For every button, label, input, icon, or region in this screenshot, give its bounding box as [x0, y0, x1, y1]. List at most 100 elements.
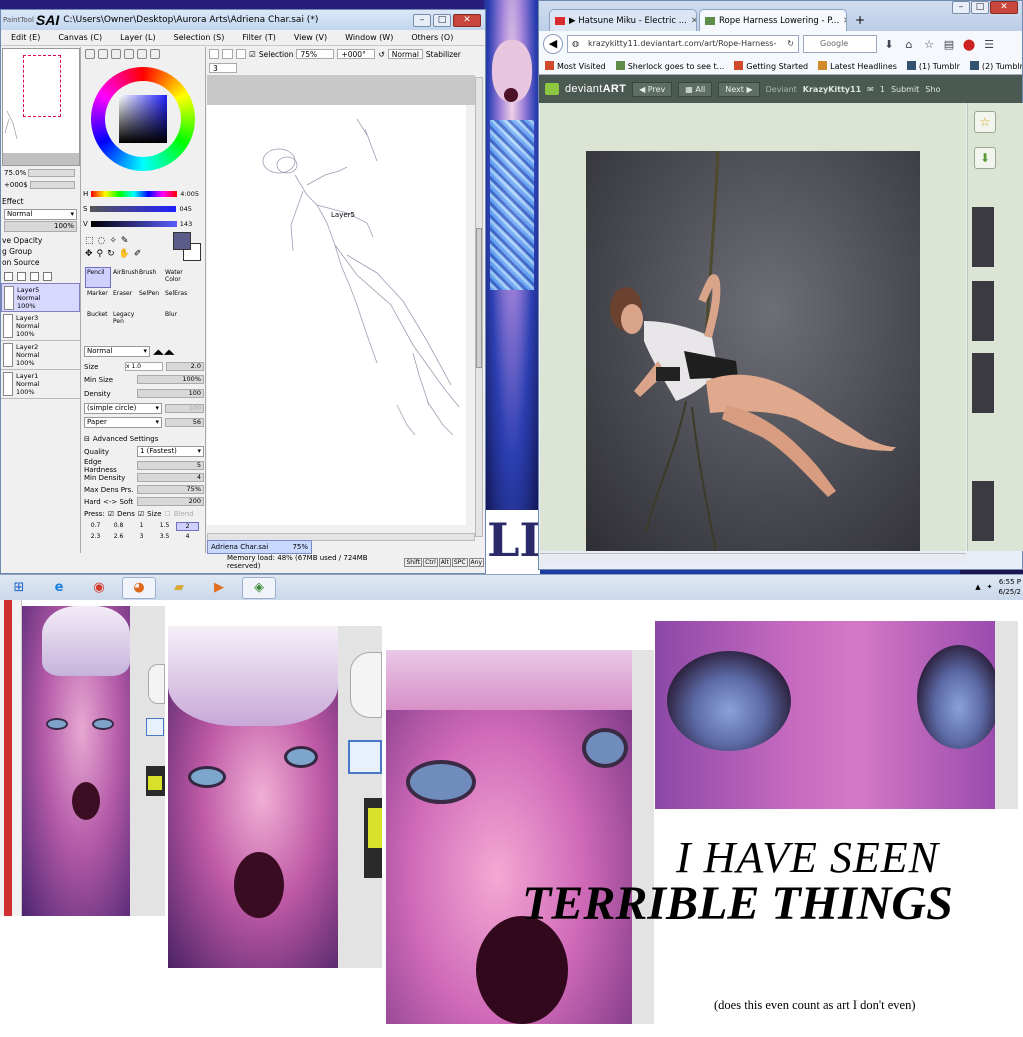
reload-icon[interactable]: ↻	[787, 36, 794, 52]
menu-item-6[interactable]: Window (W)	[345, 33, 393, 42]
brush-tool[interactable]: Legacy Pen	[111, 309, 137, 330]
merge-icon[interactable]	[30, 271, 39, 281]
bookmarks-list-icon[interactable]: ▤	[941, 38, 957, 51]
clipping-group-option[interactable]: g Group	[1, 247, 80, 258]
brush-tool[interactable]: Eraser	[111, 288, 137, 309]
back-button[interactable]: ◀	[543, 34, 563, 54]
pen-icon[interactable]: ✎	[121, 236, 129, 248]
chrome-icon[interactable]: ◉	[82, 577, 116, 599]
network-icon[interactable]: ✦	[987, 582, 993, 592]
magic-wand-icon[interactable]: ✧	[109, 236, 117, 248]
menu-item-0[interactable]: Edit (E)	[11, 33, 40, 42]
reset-angle-button[interactable]: ↺	[378, 50, 384, 59]
brush-mode-row[interactable]: Normal ▾ ◢◣◢◣	[84, 346, 204, 357]
min-density-row[interactable]: Min Density 4	[84, 472, 204, 483]
thumbnail-2[interactable]	[972, 281, 994, 341]
protect-opacity-option[interactable]: ve Opacity	[1, 236, 80, 247]
menu-item-2[interactable]: Layer (L)	[120, 33, 156, 42]
sai-window[interactable]: PaintTool SAI C:\Users\Owner\Desktop\Aur…	[0, 9, 486, 574]
url-bar[interactable]: ◍ krazykitty11.deviantart.com/art/Rope-Ha…	[567, 35, 799, 53]
undo-button[interactable]	[209, 49, 220, 60]
prev-button[interactable]: ◀ Prev	[632, 81, 673, 97]
rect-select-icon[interactable]: ⬚	[85, 236, 94, 248]
new-folder-icon[interactable]	[17, 271, 26, 281]
brush-tool[interactable]: Blur	[163, 309, 189, 330]
document-tab[interactable]: Adriena Char.sai 75%	[207, 540, 312, 554]
deviant-username[interactable]: KrazyKitty11	[803, 85, 861, 94]
bookmark-item[interactable]: (1) Tumblr	[906, 60, 960, 71]
maximize-button[interactable]: □	[971, 1, 989, 14]
drawing-canvas[interactable]: Layer5	[207, 105, 466, 525]
tray-arrow-icon[interactable]: ▲	[975, 582, 980, 592]
close-icon[interactable]: ✕	[843, 16, 846, 26]
bookmark-item[interactable]: Sherlock goes to see t...	[615, 60, 724, 71]
dens-checkbox[interactable]: ☑	[108, 510, 114, 518]
stabilizer-select[interactable]: 3	[209, 62, 237, 73]
brush-size-preset[interactable]: 2.6	[107, 533, 130, 540]
layer-row[interactable]: Layer2 Normal 100%	[1, 341, 80, 370]
brush-tool[interactable]: SelPen	[137, 288, 163, 309]
media-player-icon[interactable]: ▶	[202, 577, 236, 599]
selection-source-option[interactable]: on Source	[1, 258, 80, 269]
delete-layer-icon[interactable]	[43, 271, 52, 281]
eyedropper-icon[interactable]: ✐	[134, 249, 142, 261]
gradation-icon[interactable]	[124, 49, 134, 59]
angle-slider[interactable]	[29, 181, 75, 189]
hard-soft-row[interactable]: Hard <-> Soft 200	[84, 496, 204, 507]
redo-button[interactable]	[222, 49, 233, 60]
navigator-viewport[interactable]	[23, 55, 61, 117]
new-tab-button[interactable]: +	[855, 13, 865, 27]
internet-explorer-icon[interactable]: e	[42, 577, 76, 599]
all-button[interactable]: ▦ All	[678, 81, 713, 97]
selection-checkbox[interactable]: ☑	[249, 50, 256, 59]
home-icon[interactable]: ⌂	[901, 38, 917, 51]
saturation-value-square[interactable]	[119, 95, 167, 143]
zoom-select[interactable]: 75%	[296, 49, 335, 60]
shop-link[interactable]: Sho	[925, 85, 940, 94]
brush-tool[interactable]: SelEras	[163, 288, 189, 309]
brush-size-preset[interactable]: 0.7	[84, 522, 107, 531]
close-button[interactable]: ✕	[453, 13, 481, 27]
menu-item-7[interactable]: Others (O)	[411, 33, 453, 42]
min-size-row[interactable]: Min Size 100%	[84, 374, 204, 385]
color-wheel-icon[interactable]	[85, 49, 95, 59]
brush-tool[interactable]	[137, 309, 163, 330]
new-layer-icon[interactable]	[4, 271, 13, 281]
thumbnail-3[interactable]	[972, 353, 994, 413]
brush-mode-select[interactable]: Normal ▾	[84, 346, 150, 357]
download-arrow-icon[interactable]: ⬇	[974, 147, 996, 169]
navigator-preview[interactable]	[2, 48, 80, 166]
menu-item-3[interactable]: Selection (S)	[174, 33, 225, 42]
blend-checkbox[interactable]: ☐	[165, 510, 171, 518]
maximize-button[interactable]: □	[433, 13, 451, 27]
advanced-settings-toggle[interactable]: ⊟ Advanced Settings	[84, 433, 204, 444]
bookmark-item[interactable]: Getting Started	[734, 60, 808, 71]
layer-row[interactable]: Layer3 Normal 100%	[1, 312, 80, 341]
brush-tool[interactable]: Bucket	[85, 309, 111, 330]
value-slider-row[interactable]: V 143	[83, 219, 205, 229]
zoom-slider[interactable]	[28, 169, 75, 177]
size-row[interactable]: Size x 1.0 2.0	[84, 361, 204, 372]
next-button[interactable]: Next ▶	[718, 81, 760, 97]
deviantart-logo[interactable]: deviantART	[565, 83, 626, 95]
zoom-icon[interactable]: ⚲	[97, 249, 104, 261]
favourite-star-icon[interactable]: ☆	[974, 111, 996, 133]
close-button[interactable]: ✕	[990, 1, 1018, 14]
angle-select[interactable]: +000°	[337, 49, 376, 60]
brush-tool[interactable]: Water Color	[163, 267, 189, 288]
brush-tool[interactable]: Pencil	[85, 267, 111, 288]
vertical-scrollbar[interactable]	[475, 77, 483, 537]
color-wheel[interactable]	[91, 67, 195, 171]
rotate-icon[interactable]: ↻	[107, 249, 115, 261]
layer-row[interactable]: Layer5 Normal 100%	[1, 283, 80, 312]
hand-icon[interactable]: ✋	[119, 249, 130, 261]
sai-title-bar[interactable]: PaintTool SAI C:\Users\Owner\Desktop\Aur…	[1, 10, 485, 30]
horizontal-scrollbar[interactable]	[540, 553, 966, 565]
menu-item-4[interactable]: Filter (T)	[242, 33, 275, 42]
file-explorer-icon[interactable]: ▰	[162, 577, 196, 599]
close-icon[interactable]: ✕	[691, 16, 696, 26]
tab-hatsune-miku[interactable]: ▶ Hatsune Miku - Electric ...✕	[549, 9, 697, 31]
firefox-window[interactable]: ▶ Hatsune Miku - Electric ...✕ Rope Harn…	[538, 0, 1023, 570]
blend-mode-select[interactable]: Normal ▾	[4, 209, 77, 220]
brush-shape-row[interactable]: (simple circle) ▾ 100	[84, 403, 204, 414]
